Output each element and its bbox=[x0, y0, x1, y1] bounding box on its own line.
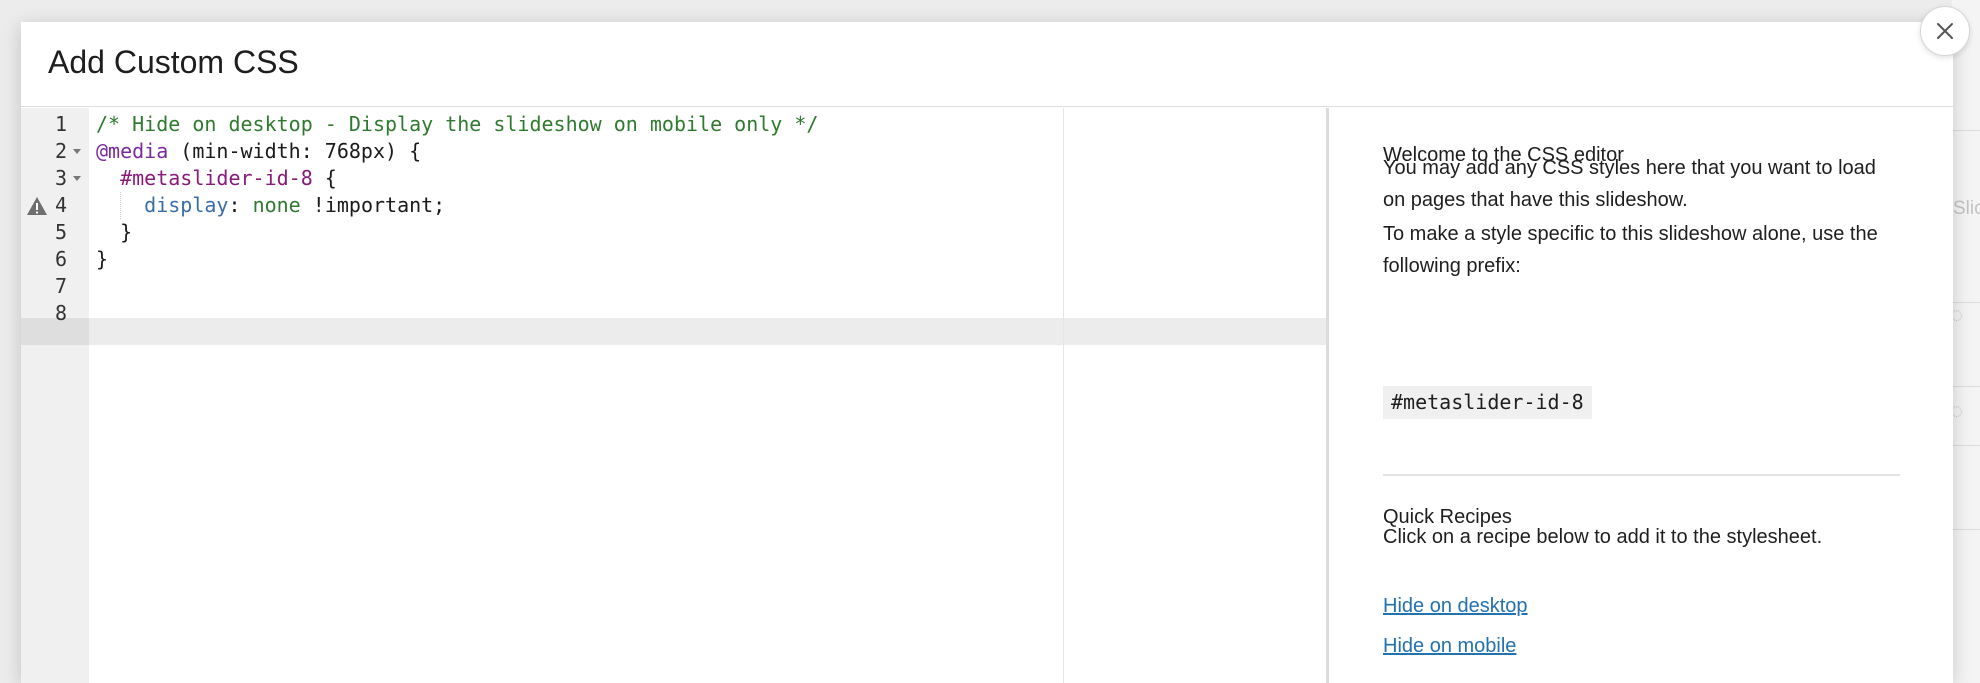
active-line-highlight bbox=[89, 318, 1326, 345]
code-token: #metaslider-id-8 bbox=[120, 166, 313, 190]
code-line: } bbox=[96, 219, 132, 246]
code-token: : bbox=[228, 193, 253, 217]
code-line: } bbox=[96, 246, 108, 273]
code-line: #metaslider-id-8 { bbox=[96, 165, 337, 192]
css-help-sidebar: Welcome to the CSS editor You may add an… bbox=[1329, 108, 1953, 683]
warning-icon[interactable] bbox=[26, 196, 48, 216]
line-number: 6 bbox=[54, 247, 67, 271]
welcome-text: You may add any CSS styles here that you… bbox=[1383, 157, 1876, 211]
background-label: Slic bbox=[1953, 198, 1980, 219]
line-number: 2 bbox=[54, 139, 67, 163]
code-token: none bbox=[252, 193, 301, 217]
modal-header: Add Custom CSS bbox=[21, 22, 1953, 107]
code-token: /* Hide on desktop - Display the slidesh… bbox=[96, 112, 819, 136]
background-divider bbox=[1952, 529, 1980, 530]
recipe-hide-on-mobile-link[interactable]: Hide on mobile bbox=[1383, 635, 1516, 658]
line-number: 1 bbox=[54, 112, 67, 136]
code-line: /* Hide on desktop - Display the slidesh… bbox=[96, 111, 818, 138]
code-token: } bbox=[96, 247, 109, 271]
indent-guide bbox=[120, 192, 122, 219]
fold-arrow-icon[interactable] bbox=[73, 176, 81, 181]
prefix-instructions: To make a style specific to this slidesh… bbox=[1383, 223, 1878, 277]
background-divider bbox=[1952, 445, 1980, 446]
line-number: 3 bbox=[54, 166, 67, 190]
css-code-editor[interactable]: 1 /* Hide on desktop - Display the slides… bbox=[21, 108, 1326, 683]
background-panel bbox=[1952, 0, 1980, 683]
fold-arrow-icon[interactable] bbox=[73, 149, 81, 154]
recipes-text: Click on a recipe below to add it to the… bbox=[1383, 526, 1823, 548]
close-modal-button[interactable] bbox=[1920, 6, 1970, 56]
code-token: { bbox=[312, 166, 337, 190]
code-token: display bbox=[144, 193, 229, 217]
code-token: @media bbox=[96, 139, 169, 163]
custom-css-modal: Add Custom CSS 1 /* Hide on desktop - Dis… bbox=[21, 22, 1953, 683]
line-number: 8 bbox=[54, 301, 67, 325]
line-number: 7 bbox=[54, 274, 67, 298]
print-margin bbox=[1063, 108, 1064, 683]
code-line: display: none !important; bbox=[96, 192, 445, 219]
code-token: (min-width: 768px) { bbox=[168, 139, 422, 163]
modal-title: Add Custom CSS bbox=[48, 44, 299, 80]
code-token: !important; bbox=[300, 193, 446, 217]
background-divider bbox=[1952, 386, 1980, 387]
recipe-hide-on-desktop-link[interactable]: Hide on desktop bbox=[1383, 595, 1528, 618]
background-divider bbox=[1952, 130, 1980, 131]
line-number: 5 bbox=[54, 220, 67, 244]
close-icon bbox=[1937, 23, 1953, 39]
sidebar-divider bbox=[1383, 474, 1900, 476]
code-line: @media (min-width: 768px) { bbox=[96, 138, 421, 165]
prefix-code: #metaslider-id-8 bbox=[1383, 386, 1592, 419]
code-token: } bbox=[96, 220, 133, 244]
